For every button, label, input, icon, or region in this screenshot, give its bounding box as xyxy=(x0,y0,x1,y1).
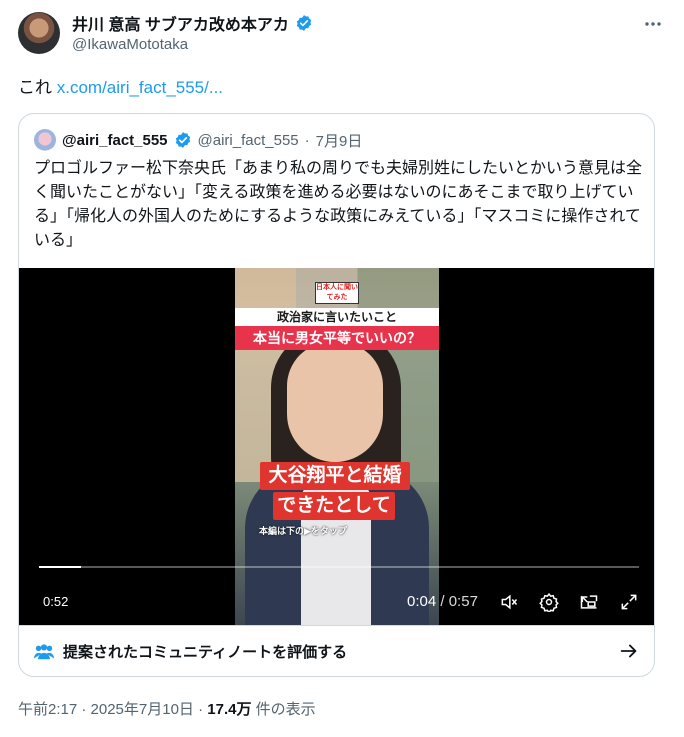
video-progress-bar[interactable] xyxy=(39,566,639,568)
tweet-body: これ xyxy=(18,78,57,97)
tweet-link[interactable]: x.com/airi_fact_555/... xyxy=(57,78,223,97)
tweet-header: 井川 意高 サブアカ改め本アカ @IkawaMototaka xyxy=(18,12,668,60)
quote-text: プロゴルファー松下奈央氏「あまり私の周りでも夫婦別姓にしたいとかいう意見は全く聞… xyxy=(34,160,643,249)
video-player[interactable]: 日本人に聞いてみた 政治家に言いたいこと 本当に男女平等でいいの？ 大谷翔平と結… xyxy=(19,268,654,625)
duration-badge: 0:52 xyxy=(39,592,73,612)
tweet-timestamp[interactable]: 午前2:17 · 2025年7月10日 · xyxy=(18,701,207,718)
pip-icon[interactable] xyxy=(577,590,601,614)
author-handle[interactable]: @IkawaMototaka xyxy=(72,36,188,53)
author-name-row: 井川 意高 サブアカ改め本アカ xyxy=(72,12,313,34)
person-face xyxy=(287,342,383,462)
total-time: 0:57 xyxy=(448,593,478,610)
view-count: 17.4万 xyxy=(207,701,252,718)
quote-date[interactable]: 7月9日 xyxy=(316,130,363,151)
quote-avatar[interactable] xyxy=(34,129,56,151)
mute-icon[interactable] xyxy=(497,590,521,614)
time-separator: / xyxy=(436,593,449,610)
video-progress-fill xyxy=(39,566,81,568)
current-time: 0:04 xyxy=(407,593,437,610)
tap-hint: 本編は下の▶をタップ xyxy=(259,526,347,536)
overlay-small-label: 日本人に聞いてみた xyxy=(315,282,359,304)
community-note-label[interactable]: 提案されたコミュニティノートを評価する xyxy=(63,641,347,662)
settings-icon[interactable] xyxy=(537,590,561,614)
quote-header: @airi_fact_555 @airi_fact_555 · 7月9日 xyxy=(34,129,362,151)
arrow-right-icon[interactable] xyxy=(618,640,640,662)
author-avatar[interactable] xyxy=(18,12,60,54)
tweet-footer: 午前2:17 · 2025年7月10日 · 17.4万 件の表示 xyxy=(18,698,316,719)
caption-line-2: できたとして xyxy=(273,492,395,520)
fullscreen-icon[interactable] xyxy=(617,590,641,614)
quoted-tweet[interactable]: @airi_fact_555 @airi_fact_555 · 7月9日 プロゴ… xyxy=(18,113,655,677)
tweet-text: これ x.com/airi_fact_555/... xyxy=(18,76,223,100)
community-note-bar[interactable]: 提案されたコミュニティノートを評価する xyxy=(19,625,654,676)
video-frame: 日本人に聞いてみた 政治家に言いたいこと 本当に男女平等でいいの？ 大谷翔平と結… xyxy=(235,268,439,625)
view-count-suffix: 件の表示 xyxy=(251,701,316,718)
more-dots-icon[interactable] xyxy=(638,14,668,34)
quote-separator: · xyxy=(304,131,310,149)
quote-handle[interactable]: @airi_fact_555 xyxy=(198,132,299,149)
caption-line-1: 大谷翔平と結婚 xyxy=(260,462,410,490)
verified-badge-icon xyxy=(175,132,190,148)
author-display-name[interactable]: 井川 意高 サブアカ改め本アカ xyxy=(72,11,289,35)
time-readout: 0:04 / 0:57 xyxy=(407,593,478,610)
overlay-title: 政治家に言いたいこと xyxy=(235,308,439,326)
people-icon xyxy=(34,644,54,660)
overlay-subtitle: 本当に男女平等でいいの？ xyxy=(235,326,439,350)
verified-badge-icon xyxy=(296,15,312,31)
quote-display-name[interactable]: @airi_fact_555 xyxy=(62,132,168,149)
